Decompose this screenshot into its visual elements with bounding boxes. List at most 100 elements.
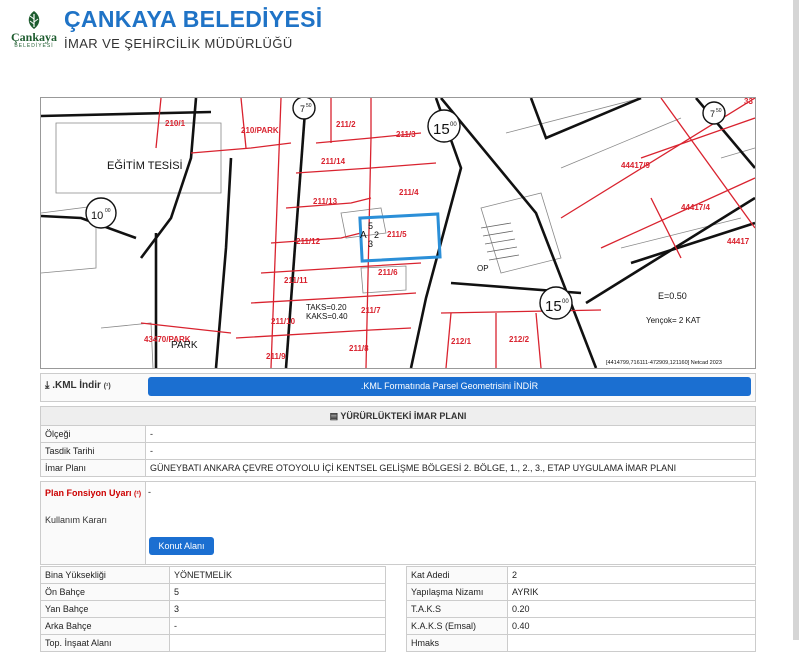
map-parcel-label: 211/10 bbox=[271, 317, 296, 326]
table-row-label: T.A.K.S bbox=[407, 601, 508, 617]
map-zone-symbol: A bbox=[360, 230, 367, 241]
document-icon: ▤ bbox=[329, 411, 339, 421]
table-row: Yapılaşma Nizamı AYRIK bbox=[407, 584, 755, 601]
building-left-table: Bina Yüksekliği YÖNETMELİK Ön Bahçe 5 Ya… bbox=[40, 566, 386, 652]
function-warning-text: Plan Fonsiyon Uyarı bbox=[45, 488, 132, 498]
plan-panel: ▤ YÜRÜRLÜKTEKİ İMAR PLANI Ölçeği - Tasdi… bbox=[40, 406, 756, 477]
map-road-width-sup: 00 bbox=[562, 299, 569, 305]
table-row: K.A.K.S (Emsal) 0.40 bbox=[407, 618, 755, 635]
plan-row-value: - bbox=[150, 446, 153, 456]
map-road-width-sup: 00 bbox=[105, 208, 111, 214]
map-area-label: PARK bbox=[171, 340, 198, 351]
map-road-width: 15 bbox=[433, 121, 450, 138]
map-parcel-label: 211/6 bbox=[378, 268, 398, 277]
table-row-value: 5 bbox=[174, 587, 180, 597]
map-road-width: 10 bbox=[91, 210, 103, 222]
map-parcel-label: 212/2 bbox=[509, 335, 530, 344]
map-road-width-sup: 50 bbox=[306, 103, 312, 109]
map-zone-bot: 3 bbox=[368, 239, 373, 249]
plan-heading-text: YÜRÜRLÜKTEKİ İMAR PLANI bbox=[340, 411, 467, 421]
table-row-label: Kat Adedi bbox=[407, 567, 508, 583]
map-parcel-label: 44417/9 bbox=[621, 161, 650, 170]
map-parcel-label: 211/4 bbox=[399, 188, 419, 197]
function-warning-panel: Plan Fonsiyon Uyarı (²) Kullanım Kararı … bbox=[40, 481, 756, 565]
plan-heading: ▤ YÜRÜRLÜKTEKİ İMAR PLANI bbox=[41, 407, 755, 426]
map-zone-top: 5 bbox=[368, 221, 373, 231]
table-row-value: 0.20 bbox=[512, 604, 530, 614]
table-row-label: K.A.K.S (Emsal) bbox=[407, 618, 508, 634]
map-road-width: 15 bbox=[545, 298, 562, 315]
map-parcel-label: 211/7 bbox=[361, 306, 381, 315]
usage-decision-button[interactable]: Konut Alanı bbox=[149, 537, 214, 555]
zoning-map[interactable]: 210/1 210/PARK 211/2 211/3 211/14 211/4 … bbox=[40, 97, 756, 369]
map-parcel-label: 211/12 bbox=[296, 237, 321, 246]
usage-decision-label: Kullanım Kararı bbox=[45, 515, 108, 525]
map-road-width-sup: 00 bbox=[450, 122, 457, 128]
map-parcel-label: 33 bbox=[744, 98, 753, 106]
page-title: ÇANKAYA BELEDİYESİ bbox=[64, 6, 323, 32]
map-parcel-label: 44417/4 bbox=[681, 203, 710, 212]
table-row-value: AYRIK bbox=[512, 587, 539, 597]
table-row: Top. İnşaat Alanı bbox=[41, 635, 385, 651]
map-parcel-label: 44417 bbox=[727, 237, 750, 246]
plan-row-label: Tasdik Tarihi bbox=[41, 443, 146, 459]
table-row-value: - bbox=[174, 621, 177, 631]
plan-row-label: İmar Planı bbox=[41, 460, 146, 476]
table-row-value: 0.40 bbox=[512, 621, 530, 631]
table-row-label: Ön Bahçe bbox=[41, 584, 170, 600]
map-parcel-label: 211/9 bbox=[266, 352, 286, 361]
map-area-label: EĞİTİM TESİSİ bbox=[107, 159, 183, 172]
map-road-width: 7 bbox=[710, 109, 715, 119]
function-warning-value: - bbox=[148, 487, 151, 497]
map-parcel-label: 211/2 bbox=[336, 120, 356, 129]
warning-label-column: Plan Fonsiyon Uyarı (²) Kullanım Kararı bbox=[41, 482, 146, 564]
table-row: Hmaks bbox=[407, 635, 755, 651]
logo-sub-text: BELEDİYESİ bbox=[14, 43, 54, 49]
download-icon: ⤓ bbox=[45, 380, 50, 391]
map-op: OP bbox=[477, 264, 489, 273]
map-yencok: Yençok= 2 KAT bbox=[646, 316, 701, 325]
map-coordinates: [4414799,716111-472909,121160] Netcad 20… bbox=[606, 360, 722, 366]
map-kaks: KAKS=0.40 bbox=[306, 312, 348, 321]
table-row-value: 2 bbox=[512, 570, 518, 580]
map-parcel-label: 211/13 bbox=[313, 197, 338, 206]
page-subtitle: İMAR VE ŞEHİRCİLİK MÜDÜRLÜĞÜ bbox=[64, 36, 293, 51]
page-frame: Çankaya BELEDİYESİ ÇANKAYA BELEDİYESİ İM… bbox=[0, 0, 799, 652]
plan-row-value: GÜNEYBATI ANKARA ÇEVRE OTOYOLU İÇİ KENTS… bbox=[150, 463, 677, 473]
map-zone-mid: 2 bbox=[374, 230, 379, 240]
header: Çankaya BELEDİYESİ ÇANKAYA BELEDİYESİ İM… bbox=[0, 0, 793, 80]
leaf-logo-icon bbox=[28, 11, 40, 29]
table-row-label: Bina Yüksekliği bbox=[41, 567, 170, 583]
plan-row-label: Ölçeği bbox=[41, 426, 146, 442]
map-parcel-label: 210/1 bbox=[165, 119, 186, 128]
table-row-value bbox=[170, 635, 385, 651]
map-parcel-label: 211/11 bbox=[284, 276, 308, 285]
map-parcel-label: 211/8 bbox=[349, 344, 369, 353]
map-e-value: E=0.50 bbox=[658, 291, 687, 301]
kml-download-button[interactable]: .KML Formatında Parsel Geometrisini İNDİ… bbox=[148, 377, 751, 396]
plan-row: Ölçeği - bbox=[41, 426, 755, 443]
kml-label: ⤓ .KML İndir (¹) bbox=[45, 380, 111, 391]
table-row-label: Top. İnşaat Alanı bbox=[41, 635, 170, 651]
function-warning-mark: (²) bbox=[134, 491, 142, 498]
table-row-value: 3 bbox=[174, 604, 180, 614]
table-row-label: Yapılaşma Nizamı bbox=[407, 584, 508, 600]
function-warning-label: Plan Fonsiyon Uyarı (²) bbox=[45, 487, 143, 501]
table-row: Kat Adedi 2 bbox=[407, 567, 755, 584]
building-right-table: Kat Adedi 2 Yapılaşma Nizamı AYRIK T.A.K… bbox=[406, 566, 756, 652]
cankaya-logo[interactable]: Çankaya BELEDİYESİ bbox=[6, 10, 62, 60]
table-row: T.A.K.S 0.20 bbox=[407, 601, 755, 618]
map-road-width: 7 bbox=[300, 104, 305, 114]
map-parcel-label: 211/5 bbox=[387, 230, 407, 239]
table-row: Arka Bahçe - bbox=[41, 618, 385, 635]
table-row-label: Yan Bahçe bbox=[41, 601, 170, 617]
map-taks: TAKS=0.20 bbox=[306, 303, 347, 312]
plan-row: Tasdik Tarihi - bbox=[41, 443, 755, 460]
plan-row: İmar Planı GÜNEYBATI ANKARA ÇEVRE OTOYOL… bbox=[41, 460, 755, 476]
map-road-width-sup: 50 bbox=[716, 108, 722, 114]
table-row: Yan Bahçe 3 bbox=[41, 601, 385, 618]
kml-download-row: ⤓ .KML İndir (¹) .KML Formatında Parsel … bbox=[40, 373, 756, 402]
map-parcel-label: 211/14 bbox=[321, 157, 346, 166]
table-row: Bina Yüksekliği YÖNETMELİK bbox=[41, 567, 385, 584]
logo-brand-text: Çankaya bbox=[10, 30, 57, 44]
